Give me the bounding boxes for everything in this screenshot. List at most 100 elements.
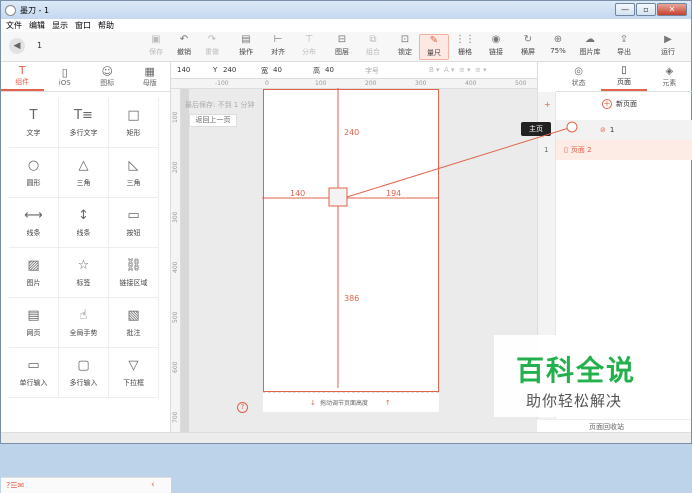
- app-logo-icon: [5, 4, 16, 16]
- help-settings-icons[interactable]: ?☰✉: [6, 481, 24, 490]
- ruler-tick-label: 200: [365, 80, 377, 87]
- component-icon: ☝: [79, 307, 88, 323]
- back-arrow-icon[interactable]: ◀: [9, 38, 25, 54]
- component-item[interactable]: ☝ 全局手势: [59, 298, 109, 348]
- help-icon[interactable]: ?: [237, 402, 248, 413]
- zoom-button[interactable]: ⊕ 75%: [543, 34, 573, 60]
- tab-state[interactable]: ◎ 状态: [556, 62, 601, 91]
- lock-icon: ⊡: [400, 34, 410, 45]
- tab-pages[interactable]: ▯ 页面: [601, 62, 647, 91]
- component-label: 标签: [76, 278, 91, 287]
- new-page-button[interactable]: + 新页面: [602, 99, 637, 109]
- page-name: 页面 2: [570, 146, 592, 154]
- component-icon: ☆: [77, 257, 90, 273]
- close-button[interactable]: ✕: [657, 3, 687, 16]
- minimize-button[interactable]: —: [615, 3, 635, 16]
- ruler-button[interactable]: ✎ 量尺: [419, 34, 449, 60]
- component-item[interactable]: ↕ 线条: [59, 198, 109, 248]
- image-library-button[interactable]: ☁ 图片库: [575, 34, 605, 60]
- component-icon: ⟷: [24, 207, 43, 223]
- text-tool-icon: T: [18, 64, 26, 77]
- landscape-button[interactable]: ↻ 横屏: [513, 34, 543, 60]
- component-icon: ◺: [128, 157, 139, 173]
- design-canvas[interactable]: -100 0 100 200 300 400 500 100 200 300 4…: [171, 79, 537, 432]
- undo-button[interactable]: ↶ 撤销: [169, 34, 199, 60]
- right-panel-tabs: ◎ 状态 ▯ 页面 ◈ 元素: [556, 62, 692, 92]
- component-item[interactable]: ⛓ 链接区域: [109, 248, 159, 298]
- component-icon: ▢: [77, 357, 90, 373]
- maximize-button[interactable]: ▫: [636, 3, 656, 16]
- distribute-button[interactable]: ⊤ 分布: [294, 34, 324, 60]
- component-item[interactable]: ▭ 单行输入: [9, 348, 59, 398]
- elements-icon: ◈: [665, 66, 674, 77]
- run-button[interactable]: ▶ 运行: [653, 34, 683, 60]
- new-page-label: 新页面: [616, 100, 637, 108]
- export-icon: ⇪: [619, 34, 629, 45]
- component-icon: ▤: [27, 307, 40, 323]
- grid-icon: ⋮⋮: [455, 34, 475, 45]
- tab-label: 元素: [662, 79, 677, 87]
- tab-elements[interactable]: ◈ 元素: [647, 62, 692, 91]
- page-file-icon: ▯: [564, 146, 568, 154]
- component-item[interactable]: ▧ 批注: [109, 298, 159, 348]
- y-input[interactable]: 240: [223, 66, 236, 74]
- link-button[interactable]: ◉ 链接: [481, 34, 511, 60]
- back-to-previous-page-button[interactable]: 返回上一页: [189, 114, 237, 127]
- layer-button[interactable]: ⊟ 图层: [327, 34, 357, 60]
- save-button[interactable]: ▣ 保存: [141, 34, 171, 60]
- menu-help[interactable]: 帮助: [98, 20, 114, 31]
- save-icon: ▣: [151, 34, 161, 45]
- component-item[interactable]: ▢ 多行输入: [59, 348, 109, 398]
- ruler-tick-label: 500: [515, 80, 527, 87]
- tab-components[interactable]: T 组件: [1, 62, 44, 91]
- align-button[interactable]: ⊢ 对齐: [263, 34, 293, 60]
- menu-edit[interactable]: 编辑: [29, 20, 45, 31]
- export-button[interactable]: ⇪ 导出: [609, 34, 639, 60]
- component-item[interactable]: ☆ 标签: [59, 248, 109, 298]
- component-item[interactable]: ◺ 三角: [109, 148, 159, 198]
- tab-masters[interactable]: ▦ 母版: [129, 62, 172, 91]
- gutter-add-icon[interactable]: +: [544, 100, 551, 109]
- operate-button[interactable]: ▤ 操作: [231, 34, 261, 60]
- redo-button[interactable]: ↷ 重做: [197, 34, 227, 60]
- component-item[interactable]: △ 三角: [59, 148, 109, 198]
- ruler-tick-label: 300: [172, 211, 179, 223]
- window-controls: — ▫ ✕: [615, 3, 687, 16]
- component-icon: T≡: [74, 107, 93, 123]
- component-icon: ▨: [27, 257, 40, 273]
- component-item[interactable]: ▨ 图片: [9, 248, 59, 298]
- page-row-home[interactable]: ⊘ 1: [556, 120, 692, 140]
- group-button[interactable]: ⧉ 组合: [358, 34, 388, 60]
- component-item[interactable]: □ 矩形: [109, 98, 159, 148]
- component-item[interactable]: ▽ 下拉框: [109, 348, 159, 398]
- page-recycle-bin-button[interactable]: 页面回收站: [537, 419, 691, 432]
- menu-view[interactable]: 显示: [52, 20, 68, 31]
- menu-window[interactable]: 窗口: [75, 20, 91, 31]
- undo-label: 撤销: [177, 48, 191, 56]
- toolbar: ◀ 1 ▣ 保存 ↶ 撤销 ↷ 重做 ▤ 操作 ⊢ 对齐 ⊤ 分布 ⊟ 图层 ⧉ 组合 ⊡ 锁定 ✎ 量尺 ⋮⋮ 栅格 ◉ 链…: [1, 32, 691, 62]
- lock-button[interactable]: ⊡ 锁定: [390, 34, 420, 60]
- component-icon: △: [78, 157, 89, 173]
- component-item[interactable]: T≡ 多行文字: [59, 98, 109, 148]
- artboard[interactable]: [263, 89, 439, 392]
- page-row-2[interactable]: ▯ 页面 2: [556, 140, 692, 160]
- component-item[interactable]: ▤ 网页: [9, 298, 59, 348]
- layer-icon: ⊟: [337, 34, 347, 45]
- component-item[interactable]: ⟷ 线条: [9, 198, 59, 248]
- component-label: 批注: [126, 328, 141, 337]
- tab-icons[interactable]: ☺ 图标: [86, 62, 129, 91]
- tab-ios[interactable]: ▯ iOS: [44, 62, 87, 91]
- x-input[interactable]: 140: [177, 66, 190, 74]
- collapse-panel-icon[interactable]: ‹: [151, 480, 155, 490]
- component-icon: T: [29, 107, 38, 123]
- height-input[interactable]: 40: [325, 66, 334, 74]
- component-item[interactable]: T 文字: [9, 98, 59, 148]
- grid-button[interactable]: ⋮⋮ 栅格: [450, 34, 480, 60]
- component-label: 多行输入: [69, 378, 98, 387]
- width-input[interactable]: 40: [273, 66, 282, 74]
- menu-file[interactable]: 文件: [6, 20, 22, 31]
- artboard-resize-handle[interactable]: [263, 392, 439, 412]
- component-item[interactable]: ○ 圆形: [9, 148, 59, 198]
- component-item[interactable]: ▭ 按钮: [109, 198, 159, 248]
- component-label: 三角: [126, 178, 141, 187]
